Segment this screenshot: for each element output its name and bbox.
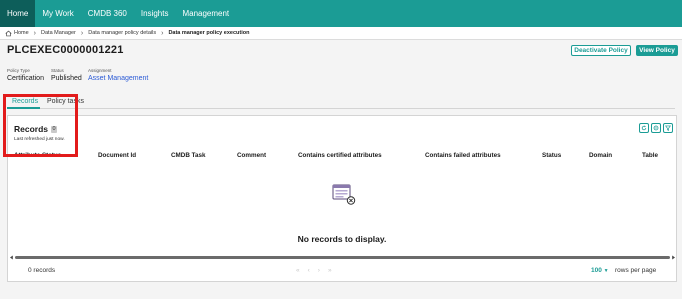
nav-item-management[interactable]: Management xyxy=(175,0,236,27)
assignment-field: Assignment Asset Management xyxy=(88,68,148,82)
column-header-document-id[interactable]: Document Id xyxy=(98,152,136,159)
previous-page-icon[interactable]: ‹ xyxy=(308,267,310,274)
breadcrumb-policy-details[interactable]: Data manager policy details xyxy=(88,30,156,36)
chevron-right-icon: › xyxy=(33,29,37,37)
policy-type-field: Policy Type Certification xyxy=(7,68,44,82)
column-header-status[interactable]: Status xyxy=(542,152,561,159)
records-panel: Records 0 Last refreshed just now. Attri… xyxy=(7,115,677,282)
policy-type-label: Policy Type xyxy=(7,68,30,73)
tab-records[interactable]: Records xyxy=(12,98,38,105)
status-field: Status Published xyxy=(51,68,82,82)
assignment-label: Assignment xyxy=(88,68,112,73)
column-header-cmdb-task[interactable]: CMDB Task xyxy=(171,152,206,159)
column-header-attribute-status[interactable]: Attribute Status xyxy=(14,152,61,159)
column-header-comment[interactable]: Comment xyxy=(237,152,266,159)
scroll-right-icon[interactable] xyxy=(671,255,676,260)
page-title: PLCEXEC0000001221 xyxy=(7,44,124,56)
nav-item-insights[interactable]: Insights xyxy=(134,0,176,27)
last-refreshed-text: Last refreshed just now. xyxy=(14,137,65,142)
status-label: Status xyxy=(51,68,64,73)
column-header-table[interactable]: Table xyxy=(642,152,658,159)
empty-records-icon xyxy=(332,184,356,205)
chevron-right-icon: › xyxy=(161,29,164,37)
assignment-link[interactable]: Asset Management xyxy=(88,75,148,82)
scrollbar-thumb[interactable] xyxy=(15,256,670,259)
records-count-text: 0 records xyxy=(28,267,56,274)
records-title: Records 0 xyxy=(14,124,58,134)
view-policy-button[interactable]: View Policy xyxy=(636,45,678,56)
rows-per-page-value: 100 xyxy=(591,267,602,274)
refresh-icon xyxy=(641,125,647,131)
last-page-icon[interactable]: » xyxy=(328,267,332,274)
breadcrumb: Home › Data Manager › Data manager polic… xyxy=(0,27,682,40)
settings-button[interactable] xyxy=(651,123,661,133)
breadcrumb-policy-execution: Data manager policy execution xyxy=(168,30,250,36)
scroll-left-icon[interactable] xyxy=(9,255,14,260)
nav-item-cmdb-360[interactable]: CMDB 360 xyxy=(81,0,134,27)
status-value: Published xyxy=(51,75,82,82)
home-icon xyxy=(5,30,12,36)
deactivate-policy-button[interactable]: Deactivate Policy xyxy=(571,45,631,56)
next-page-icon[interactable]: › xyxy=(318,267,320,274)
pagination-controls: « ‹ › » xyxy=(296,267,332,274)
rows-per-page-label: rows per page xyxy=(615,267,657,274)
breadcrumb-home-label: Home xyxy=(14,30,29,36)
column-header-contains-failed-attributes[interactable]: Contains failed attributes xyxy=(425,152,501,159)
filter-button[interactable] xyxy=(663,123,673,133)
first-page-icon[interactable]: « xyxy=(296,267,300,274)
breadcrumb-home[interactable]: Home xyxy=(5,30,29,37)
policy-type-value: Certification xyxy=(7,75,44,82)
chevron-down-icon: ▼ xyxy=(603,268,609,274)
column-header-domain[interactable]: Domain xyxy=(589,152,612,159)
breadcrumb-data-manager[interactable]: Data Manager xyxy=(41,30,76,36)
nav-item-my-work[interactable]: My Work xyxy=(35,0,80,27)
refresh-button[interactable] xyxy=(639,123,649,133)
horizontal-scrollbar[interactable] xyxy=(8,255,676,260)
records-count-badge: 0 xyxy=(51,125,58,133)
settings-icon xyxy=(653,125,659,131)
tab-bar: Records Policy tasks xyxy=(7,97,675,109)
tab-policy-tasks[interactable]: Policy tasks xyxy=(47,98,84,105)
records-title-label: Records xyxy=(14,124,49,134)
nav-item-home[interactable]: Home xyxy=(0,0,36,27)
chevron-right-icon: › xyxy=(80,29,84,37)
top-nav: Home My Work CMDB 360 Insights Managemen… xyxy=(0,0,682,27)
rows-per-page-select[interactable]: 100 ▼ xyxy=(591,267,609,274)
filter-icon xyxy=(665,125,671,131)
active-tab-indicator xyxy=(7,107,40,109)
column-header-contains-certified-attributes[interactable]: Contains certified attributes xyxy=(298,152,382,159)
empty-state-message: No records to display. xyxy=(297,234,387,244)
